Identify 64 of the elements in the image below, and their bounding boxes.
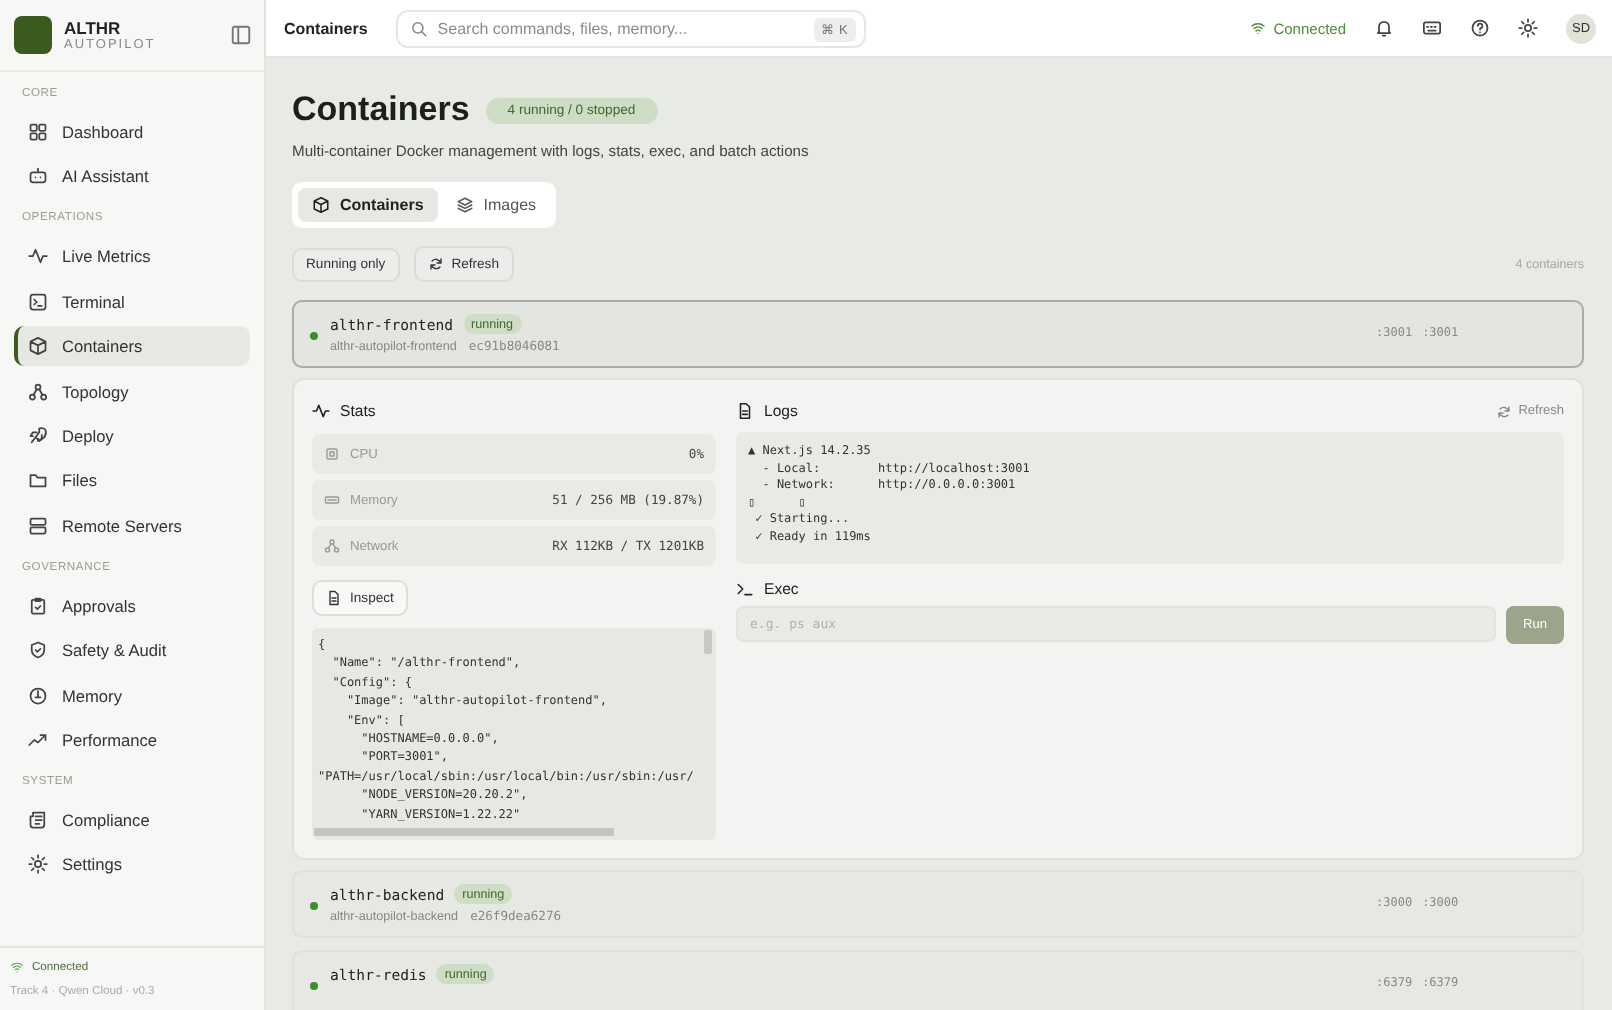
sidebar-item[interactable]: Safety & Audit xyxy=(14,630,250,671)
sidebar-item[interactable]: Performance xyxy=(14,719,250,760)
chip-icon xyxy=(324,446,340,462)
status-dot xyxy=(310,982,318,990)
sidebar-item[interactable]: AI Assistant xyxy=(14,156,250,197)
refresh-icon xyxy=(1496,403,1513,419)
sidebar-item[interactable]: Files xyxy=(14,460,250,501)
sidebar-item[interactable]: Settings xyxy=(14,844,250,885)
sidebar-item[interactable]: Remote Servers xyxy=(14,505,250,546)
sidebar-item[interactable]: Approvals xyxy=(14,585,250,626)
keyboard-button[interactable] xyxy=(1422,18,1442,38)
prompt-icon xyxy=(736,579,754,598)
keyboard-icon xyxy=(1422,18,1442,38)
sidebar-item[interactable]: Deploy xyxy=(14,415,250,456)
terminal-icon xyxy=(28,291,48,312)
sidebar-item[interactable]: Compliance xyxy=(14,799,250,840)
page-title: Containers xyxy=(284,19,368,37)
server-icon xyxy=(28,515,48,536)
trend-icon xyxy=(28,729,48,750)
pulse-icon xyxy=(28,246,48,267)
pulse-icon xyxy=(312,402,330,420)
sidebar-item[interactable]: Dashboard xyxy=(14,112,250,152)
sidebar-item[interactable]: Containers xyxy=(14,326,250,367)
settings-icon xyxy=(1518,18,1538,38)
settings-icon xyxy=(28,854,48,875)
scrollbar[interactable] xyxy=(314,828,614,836)
wifi-icon xyxy=(10,960,24,974)
help-button[interactable] xyxy=(1470,18,1490,38)
status-dot xyxy=(310,332,318,340)
refresh-icon xyxy=(427,256,444,272)
logo xyxy=(14,16,52,54)
search-icon xyxy=(409,19,428,37)
sidebar-item[interactable]: Terminal xyxy=(14,281,250,322)
file-icon xyxy=(326,590,342,606)
status-dot xyxy=(310,902,318,910)
robot-icon xyxy=(28,166,48,187)
settings-button[interactable] xyxy=(1518,18,1538,38)
file-icon xyxy=(736,402,754,420)
nodes-icon xyxy=(28,381,48,402)
folder-icon xyxy=(28,470,48,491)
wifi-icon xyxy=(1249,20,1266,36)
memory-icon xyxy=(324,492,340,508)
sidebar-toggle-icon xyxy=(230,24,252,46)
help-icon xyxy=(1470,18,1490,38)
page-heading: Containers xyxy=(292,90,470,130)
sidebar-toggle-button[interactable] xyxy=(230,24,252,46)
tab[interactable]: Images xyxy=(441,188,551,222)
sidebar-item[interactable]: Memory xyxy=(14,675,250,716)
tab[interactable]: Containers xyxy=(298,188,438,222)
layers-icon xyxy=(455,196,474,214)
clipboard-icon xyxy=(28,595,48,616)
sidebar-item[interactable]: Live Metrics xyxy=(14,236,250,277)
shield-icon xyxy=(28,640,48,661)
nodes-icon xyxy=(324,538,340,554)
scroll-icon xyxy=(28,809,48,830)
box-icon xyxy=(312,196,330,214)
circle-icon xyxy=(28,685,48,706)
grid-icon xyxy=(28,122,48,142)
sidebar-item[interactable]: Topology xyxy=(14,371,250,412)
rocket-icon xyxy=(28,425,48,446)
notifications-button[interactable] xyxy=(1374,18,1394,38)
box-icon xyxy=(28,336,48,357)
brand-name: ALTHR xyxy=(64,18,123,38)
bell-icon xyxy=(1374,18,1394,38)
